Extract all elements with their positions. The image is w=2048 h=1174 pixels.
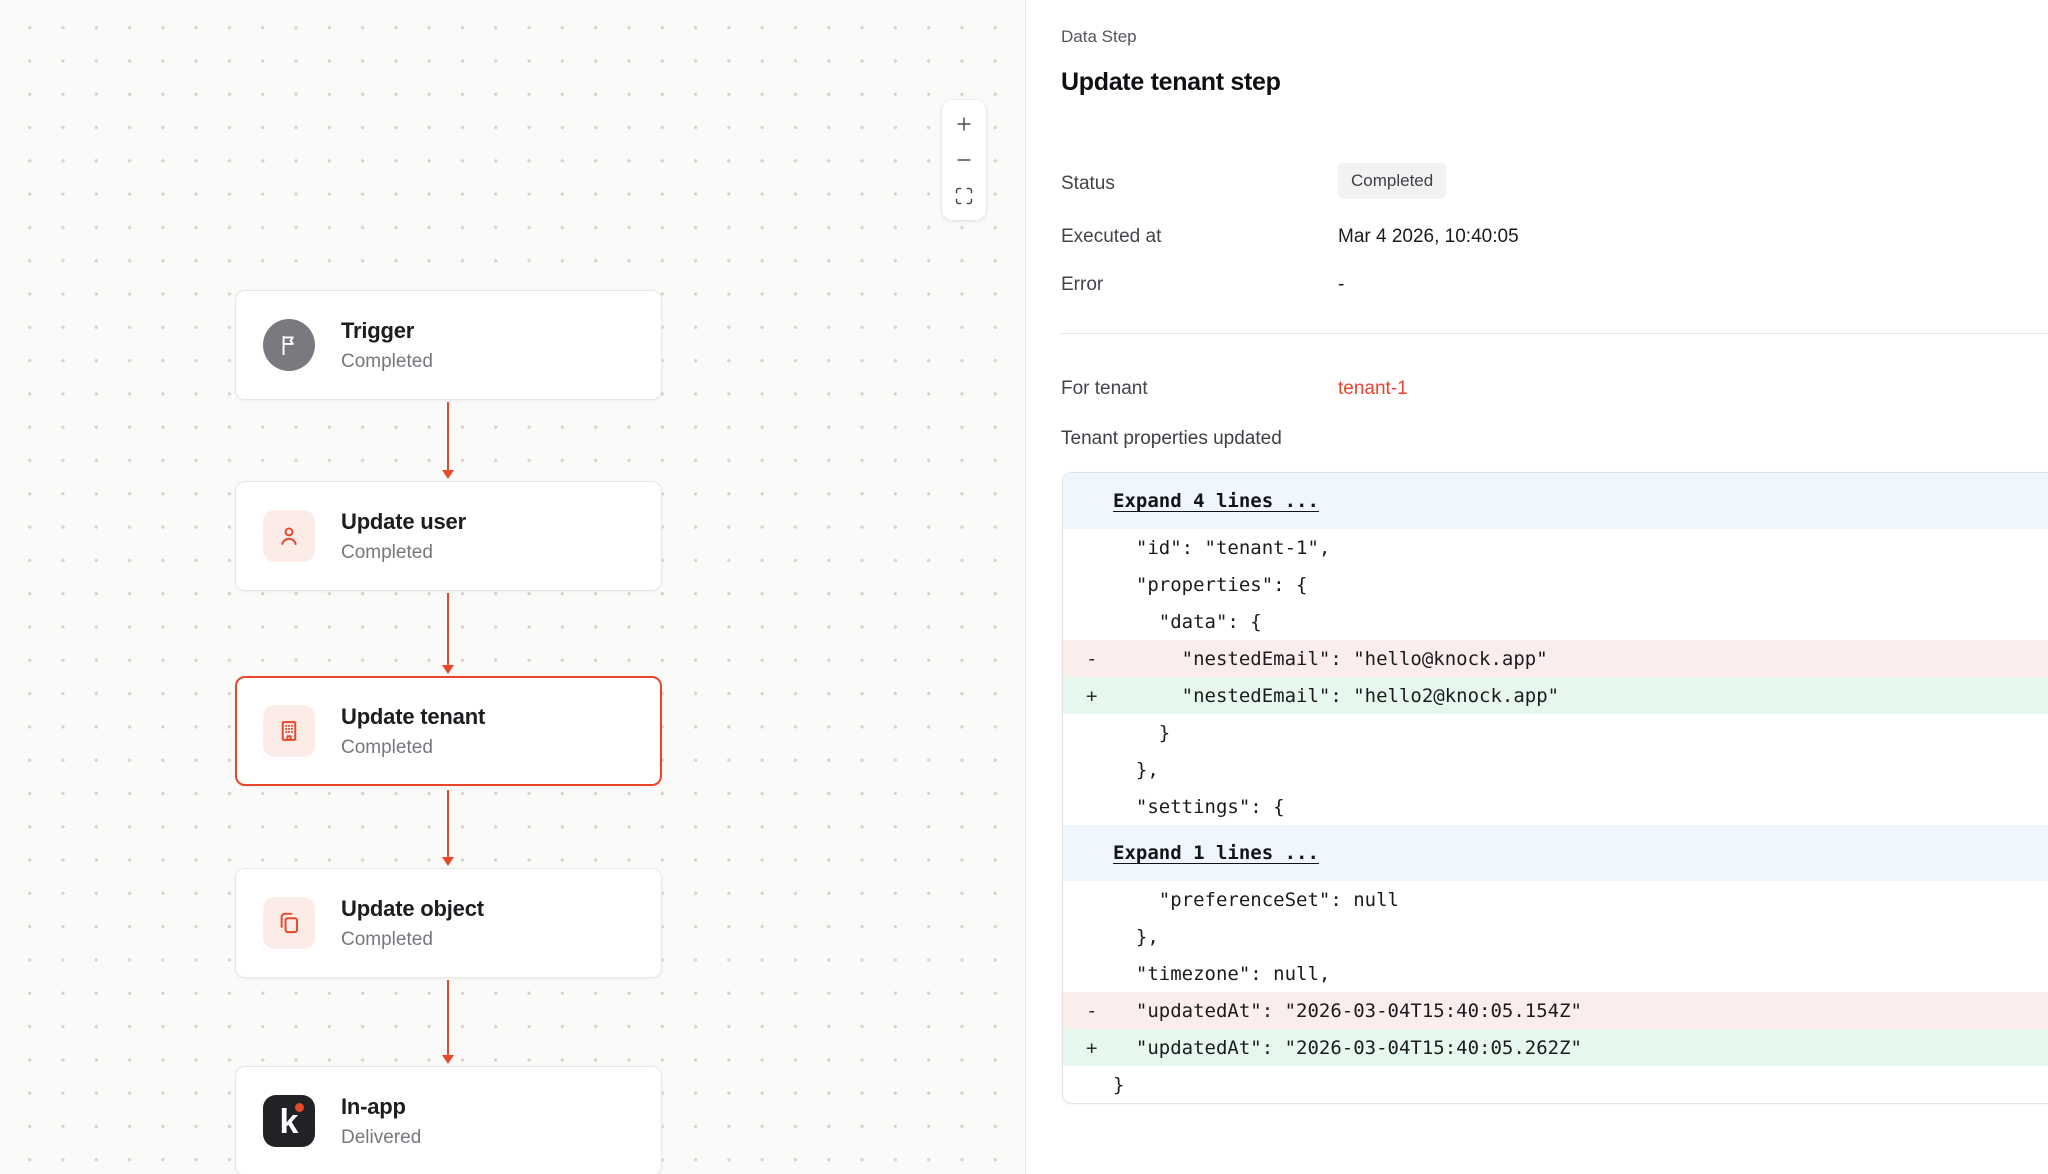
diff-code-text: }, [1113,759,1159,781]
diff-code-text: } [1113,1074,1124,1096]
arrowhead-icon [442,665,454,674]
diff-sign [1063,722,1113,744]
diff-line-ctx: }, [1063,751,2048,788]
plus-icon [954,114,974,134]
workflow-node-in-app[interactable]: k In-app Delivered [235,1066,662,1174]
diff-sign [1063,574,1113,596]
canvas-zoom-controls [942,100,986,220]
diff-line-ctx: "preferenceSet": null [1063,881,2048,918]
diff-code-text: "nestedEmail": "hello@knock.app" [1113,648,1548,670]
diff-section-title: Tenant properties updated [1061,428,1282,450]
executed-at-value: Mar 4 2026, 10:40:05 [1338,226,1519,248]
expand-lines-link[interactable]: Expand 4 lines ... [1113,490,1319,512]
workflow-node-update-object[interactable]: Update object Completed [235,868,662,978]
fit-view-button[interactable] [948,181,980,211]
diff-sign [1063,796,1113,818]
diff-expand-row: Expand 4 lines ... [1063,473,2048,529]
diff-line-add: + "updatedAt": "2026-03-04T15:40:05.262Z… [1063,1029,2048,1066]
node-status: Completed [341,737,485,759]
executed-at-label: Executed at [1061,226,1161,248]
node-status: Completed [341,542,466,564]
workflow-node-update-tenant[interactable]: Update tenant Completed [235,676,662,786]
for-tenant-label: For tenant [1061,378,1148,400]
diff-sign: + [1063,1037,1113,1059]
diff-code-text: "updatedAt": "2026-03-04T15:40:05.154Z" [1113,1000,1582,1022]
diff-viewer: Expand 4 lines ... "id": "tenant-1", "pr… [1062,472,2048,1104]
diff-code-text: "id": "tenant-1", [1113,537,1330,559]
zoom-out-button[interactable] [948,145,980,175]
diff-code-text: "updatedAt": "2026-03-04T15:40:05.262Z" [1113,1037,1582,1059]
fit-view-icon [954,186,974,206]
workflow-canvas[interactable]: Trigger Completed Update user Completed Up… [0,0,1025,1174]
diff-line-del: - "updatedAt": "2026-03-04T15:40:05.154Z… [1063,992,2048,1029]
workflow-node-trigger[interactable]: Trigger Completed [235,290,662,400]
edge-arrow [441,790,455,866]
diff-line-ctx: } [1063,1066,2048,1103]
diff-sign [1063,963,1113,985]
diff-line-add: + "nestedEmail": "hello2@knock.app" [1063,677,2048,714]
diff-code-text: } [1113,722,1170,744]
node-title: Update tenant [341,704,485,730]
user-icon [263,510,315,562]
node-title: Update user [341,509,466,535]
diff-sign [1063,889,1113,911]
building-icon [263,705,315,757]
node-title: Update object [341,896,484,922]
edge-arrow [441,980,455,1064]
error-label: Error [1061,274,1103,296]
diff-code-text: "nestedEmail": "hello2@knock.app" [1113,685,1559,707]
diff-sign [1063,926,1113,948]
diff-line-ctx: "id": "tenant-1", [1063,529,2048,566]
workflow-node-update-user[interactable]: Update user Completed [235,481,662,591]
diff-expand-row: Expand 1 lines ... [1063,825,2048,881]
diff-sign: + [1063,685,1113,707]
diff-code-text: "timezone": null, [1113,963,1330,985]
step-type-label: Data Step [1061,27,1137,47]
status-label: Status [1061,173,1115,195]
diff-sign [1063,611,1113,633]
diff-line-ctx: } [1063,714,2048,751]
section-divider [1061,333,2048,334]
diff-line-ctx: "properties": { [1063,566,2048,603]
diff-sign: - [1063,648,1113,670]
diff-code-text: }, [1113,926,1159,948]
edge-arrow [441,593,455,674]
diff-code-text: "data": { [1113,611,1262,633]
diff-line-ctx: "settings": { [1063,788,2048,825]
node-status: Completed [341,929,484,951]
zoom-in-button[interactable] [948,109,980,139]
diff-sign [1063,537,1113,559]
copy-icon [263,897,315,949]
error-value: - [1338,274,1344,296]
tenant-link[interactable]: tenant-1 [1338,378,1408,400]
diff-sign [1063,759,1113,781]
edge-arrow [441,402,455,479]
step-detail-panel: Data Step Update tenant step Status Comp… [1025,0,2048,1174]
diff-line-ctx: }, [1063,918,2048,955]
minus-icon [954,150,974,170]
knock-red-dot [295,1103,304,1112]
diff-line-ctx: "data": { [1063,603,2048,640]
diff-code-text: "properties": { [1113,574,1307,596]
knock-icon: k [263,1095,315,1147]
diff-sign: - [1063,1000,1113,1022]
flag-icon [263,319,315,371]
diff-code-text: "settings": { [1113,796,1285,818]
diff-line-ctx: "timezone": null, [1063,955,2048,992]
arrowhead-icon [442,470,454,479]
node-status: Delivered [341,1127,421,1149]
arrowhead-icon [442,1055,454,1064]
node-status: Completed [341,351,433,373]
node-title: In-app [341,1094,421,1120]
expand-lines-link[interactable]: Expand 1 lines ... [1113,842,1319,864]
status-badge: Completed [1338,163,1446,199]
diff-sign [1063,1074,1113,1096]
arrowhead-icon [442,857,454,866]
step-title: Update tenant step [1061,68,1281,97]
diff-line-del: - "nestedEmail": "hello@knock.app" [1063,640,2048,677]
diff-code-text: "preferenceSet": null [1113,889,1399,911]
node-title: Trigger [341,318,433,344]
